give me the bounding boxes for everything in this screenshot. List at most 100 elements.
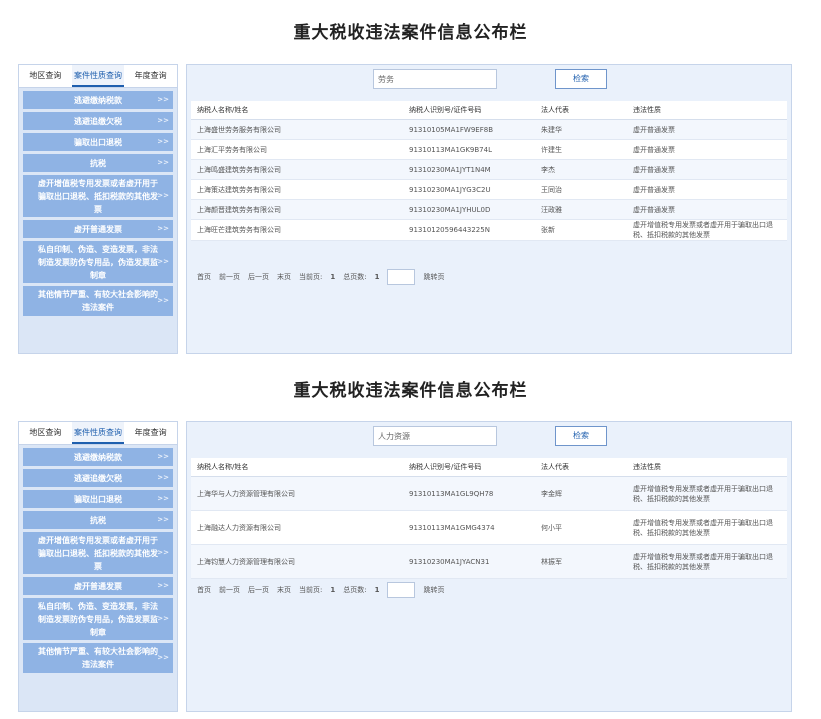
cell-legal-rep: 李金辉 xyxy=(535,476,627,511)
table-row[interactable]: 上海颜晋建筑劳务有限公司 91310230MA1JYHUL0D 汪政雅 虚开普通发票 xyxy=(191,199,787,220)
prev-page-link[interactable]: 前一页 xyxy=(219,585,240,595)
sidebar-item-label: 逃避追缴欠税 xyxy=(74,473,122,483)
current-page-value: 1 xyxy=(330,586,336,594)
sidebar-item[interactable]: 逃避追缴欠税 >> xyxy=(23,469,173,487)
sidebar-item[interactable]: 逃避追缴欠税 >> xyxy=(23,112,173,130)
prev-page-link[interactable]: 前一页 xyxy=(219,272,240,282)
tab-region[interactable]: 地区查询 xyxy=(19,422,72,444)
header-taxpayer-name: 纳税人名称/姓名 xyxy=(191,101,403,120)
sidebar-item[interactable]: 虚开普通发票 >> xyxy=(23,220,173,238)
cell-violation-type: 虚开增值税专用发票或者虚开用于骗取出口退税、抵扣税款的其他发票 xyxy=(627,219,787,241)
sidebar-item[interactable]: 逃避缴纳税款 >> xyxy=(23,448,173,466)
sidebar-item[interactable]: 虚开增值税专用发票或者虚开用于骗取出口退税、抵扣税款的其他发票 >> xyxy=(23,175,173,217)
search-input[interactable] xyxy=(373,69,497,89)
sidebar-item[interactable]: 私自印制、伪造、变造发票，非法制造发票防伪专用品，伪造发票监制章 >> xyxy=(23,598,173,640)
pagination: 首页 前一页 后一页 末页 当前页: 1 总页数: 1 跳转页 xyxy=(197,269,444,285)
cell-tax-id: 91310230MA1JYG3C2U xyxy=(403,179,535,200)
sidebar-item-label: 私自印制、伪造、变造发票，非法制造发票防伪专用品，伪造发票监制章 xyxy=(38,244,158,280)
cell-taxpayer-name: 上海钧慧人力资源管理有限公司 xyxy=(191,544,403,579)
panel-labor: 重大税收违法案件信息公布栏 地区查询 案件性质查询 年度查询 逃避缴纳税款 >> 逃… xyxy=(0,0,821,354)
tab-year[interactable]: 年度查询 xyxy=(124,422,177,444)
header-violation-type: 违法性质 xyxy=(627,101,787,120)
first-page-link[interactable]: 首页 xyxy=(197,585,211,595)
next-page-link[interactable]: 后一页 xyxy=(248,585,269,595)
results-panel: 检索 纳税人名称/姓名 纳税人识别号/证件号码 法人代表 违法性质 上海盛世劳务… xyxy=(186,64,792,354)
sidebar-item[interactable]: 抗税 >> xyxy=(23,154,173,172)
tab-case-nature[interactable]: 案件性质查询 xyxy=(71,65,125,87)
sidebar-item[interactable]: 其他情节严重、有较大社会影响的违法案件 >> xyxy=(23,286,173,316)
sidebar-item[interactable]: 虚开增值税专用发票或者虚开用于骗取出口退税、抵扣税款的其他发票 >> xyxy=(23,532,173,574)
table-row[interactable]: 上海钧慧人力资源管理有限公司 91310230MA1JYACN31 林振军 虚开增值税… xyxy=(191,544,787,579)
total-pages-label: 总页数: xyxy=(343,586,367,594)
sidebar-item[interactable]: 逃避缴纳税款 >> xyxy=(23,91,173,109)
next-page-link[interactable]: 后一页 xyxy=(248,272,269,282)
last-page-link[interactable]: 末页 xyxy=(277,272,291,282)
sidebar-item[interactable]: 虚开普通发票 >> xyxy=(23,577,173,595)
sidebar-item-label: 虚开增值税专用发票或者虚开用于骗取出口退税、抵扣税款的其他发票 xyxy=(38,535,158,571)
sidebar-item[interactable]: 骗取出口退税 >> xyxy=(23,490,173,508)
page-jump-input[interactable] xyxy=(387,269,416,285)
page-jump-input[interactable] xyxy=(387,582,416,598)
chevron-right-icon: >> xyxy=(157,614,169,623)
table-row[interactable]: 上海汇平劳务有限公司 91310113MA1GK9B74L 许建生 虚开普通发票 xyxy=(191,139,787,160)
tab-year[interactable]: 年度查询 xyxy=(124,65,177,87)
jump-page-link[interactable]: 跳转页 xyxy=(423,272,444,282)
table-header-row: 纳税人名称/姓名 纳税人识别号/证件号码 法人代表 违法性质 xyxy=(191,101,787,120)
sidebar-item[interactable]: 骗取出口退税 >> xyxy=(23,133,173,151)
current-page-value: 1 xyxy=(330,273,336,281)
tab-case-nature[interactable]: 案件性质查询 xyxy=(71,422,125,444)
cell-violation-type: 虚开增值税专用发票或者虚开用于骗取出口退税、抵扣税款的其他发票 xyxy=(627,476,787,511)
cell-tax-id: 91310120596443225N xyxy=(403,219,535,241)
page-title: 重大税收违法案件信息公布栏 xyxy=(293,23,528,43)
results-table: 纳税人名称/姓名 纳税人识别号/证件号码 法人代表 违法性质 上海华与人力资源管… xyxy=(191,458,787,579)
chevron-right-icon: >> xyxy=(157,95,169,104)
sidebar-item-label: 其他情节严重、有较大社会影响的违法案件 xyxy=(38,290,158,312)
cell-violation-type: 虚开普通发票 xyxy=(627,119,787,140)
last-page-link[interactable]: 末页 xyxy=(277,585,291,595)
chevron-right-icon: >> xyxy=(157,224,169,233)
sidebar-items: 逃避缴纳税款 >> 逃避追缴欠税 >> 骗取出口退税 >> 抗税 >> 虚开增值税专用发票或者虚… xyxy=(19,91,177,316)
chevron-right-icon: >> xyxy=(157,653,169,662)
sidebar-tabs: 地区查询 案件性质查询 年度查询 xyxy=(19,422,177,445)
search-button[interactable]: 检索 xyxy=(555,426,607,446)
panel-hr: 重大税收违法案件信息公布栏 地区查询 案件性质查询 年度查询 逃避缴纳税款 >> 逃… xyxy=(0,358,821,719)
cell-taxpayer-name: 上海华与人力资源管理有限公司 xyxy=(191,476,403,511)
search-input[interactable] xyxy=(373,426,497,446)
table-row[interactable]: 上海鸣盛建筑劳务有限公司 91310230MA1JYT1N4M 李杰 虚开普通发票 xyxy=(191,159,787,180)
chevron-right-icon: >> xyxy=(157,473,169,482)
sidebar-item-label: 骗取出口退税 xyxy=(74,494,122,504)
chevron-right-icon: >> xyxy=(157,515,169,524)
table-row[interactable]: 上海策达建筑劳务有限公司 91310230MA1JYG3C2U 王同治 虚开普通发票 xyxy=(191,179,787,200)
cell-tax-id: 91310105MA1FW9EF8B xyxy=(403,119,535,140)
cell-taxpayer-name: 上海鸣盛建筑劳务有限公司 xyxy=(191,159,403,180)
table-row[interactable]: 上海盛世劳务服务有限公司 91310105MA1FW9EF8B 朱建华 虚开普通发票 xyxy=(191,119,787,140)
cell-legal-rep: 林振军 xyxy=(535,544,627,579)
table-row[interactable]: 上海旺芒建筑劳务有限公司 91310120596443225N 张新 虚开增值税专用发… xyxy=(191,219,787,241)
sidebar-item-label: 其他情节严重、有较大社会影响的违法案件 xyxy=(38,647,158,669)
header-violation-type: 违法性质 xyxy=(627,458,787,477)
cell-tax-id: 91310113MA1GMG4374 xyxy=(403,510,535,545)
cell-tax-id: 91310230MA1JYHUL0D xyxy=(403,199,535,220)
chevron-right-icon: >> xyxy=(157,137,169,146)
table-row[interactable]: 上海融达人力资源有限公司 91310113MA1GMG4374 何小平 虚开增值税专用… xyxy=(191,510,787,545)
sidebar-item[interactable]: 抗税 >> xyxy=(23,511,173,529)
sidebar-item-label: 虚开增值税专用发票或者虚开用于骗取出口退税、抵扣税款的其他发票 xyxy=(38,178,158,214)
search-button[interactable]: 检索 xyxy=(555,69,607,89)
table-row[interactable]: 上海华与人力资源管理有限公司 91310113MA1GL9QH78 李金辉 虚开增值税… xyxy=(191,476,787,511)
jump-page-link[interactable]: 跳转页 xyxy=(423,585,444,595)
header-legal-rep: 法人代表 xyxy=(535,101,627,120)
chevron-right-icon: >> xyxy=(157,296,169,305)
cell-taxpayer-name: 上海颜晋建筑劳务有限公司 xyxy=(191,199,403,220)
cell-legal-rep: 李杰 xyxy=(535,159,627,180)
sidebar-item-label: 逃避缴纳税款 xyxy=(74,452,122,462)
cell-legal-rep: 许建生 xyxy=(535,139,627,160)
first-page-link[interactable]: 首页 xyxy=(197,272,211,282)
cell-taxpayer-name: 上海融达人力资源有限公司 xyxy=(191,510,403,545)
cell-legal-rep: 张新 xyxy=(535,219,627,241)
tab-region[interactable]: 地区查询 xyxy=(19,65,72,87)
sidebar-item[interactable]: 私自印制、伪造、变造发票，非法制造发票防伪专用品，伪造发票监制章 >> xyxy=(23,241,173,283)
sidebar: 地区查询 案件性质查询 年度查询 逃避缴纳税款 >> 逃避追缴欠税 >> 骗取出口退税 >… xyxy=(18,421,178,712)
cell-violation-type: 虚开增值税专用发票或者虚开用于骗取出口退税、抵扣税款的其他发票 xyxy=(627,544,787,579)
sidebar-item[interactable]: 其他情节严重、有较大社会影响的违法案件 >> xyxy=(23,643,173,673)
cell-tax-id: 91310230MA1JYACN31 xyxy=(403,544,535,579)
